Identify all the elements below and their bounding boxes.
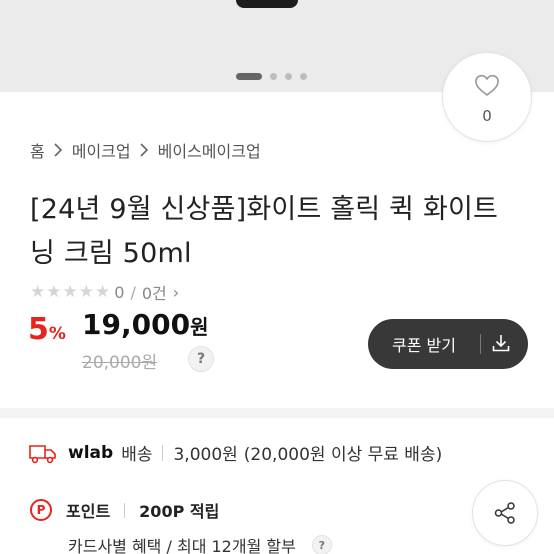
like-button[interactable]: 0 — [442, 52, 532, 142]
star-rating: ★ ★ ★ ★ ★ — [30, 282, 110, 302]
discount-rate: 5% — [28, 312, 66, 352]
star-icon: ★ — [62, 282, 78, 302]
carousel-dot[interactable] — [300, 73, 307, 80]
star-icon: ★ — [30, 282, 46, 302]
original-price: 20,000원 — [82, 353, 158, 373]
download-icon — [492, 335, 510, 352]
sale-price: 19,000원 — [82, 307, 208, 345]
price-help-icon[interactable]: ? — [188, 346, 214, 372]
card-benefit-text: 카드사별 혜택 / 최대 12개월 할부 — [68, 537, 296, 554]
points-label: 포인트 — [66, 502, 111, 521]
discount-unit: % — [48, 324, 66, 344]
carousel-indicator — [236, 73, 307, 80]
truck-icon — [29, 444, 56, 463]
card-benefit: 카드사별 혜택 / 최대 12개월 할부 ? — [68, 533, 332, 554]
product-title: [24년 9월 신상품]화이트 홀릭 퀵 화이트닝 크림 50ml — [30, 194, 499, 269]
chevron-right-icon: › — [172, 282, 180, 302]
breadcrumb-home[interactable]: 홈 — [30, 138, 45, 162]
carousel-dot[interactable] — [285, 73, 292, 80]
star-icon: ★ — [78, 282, 94, 302]
product-image — [236, 0, 298, 8]
carousel-dot-active[interactable] — [236, 73, 262, 80]
chevron-right-icon — [139, 143, 149, 157]
star-icon: ★ — [46, 282, 62, 302]
shipping-info: wlab 배송 3,000원 (20,000원 이상 무료 배송) — [28, 440, 442, 465]
shipping-label: 배송 — [121, 445, 153, 465]
price-unit: 원 — [190, 315, 209, 339]
chevron-right-icon — [53, 143, 63, 157]
shipping-condition: (20,000원 이상 무료 배송) — [243, 445, 443, 465]
breadcrumb: 홈 메이크업 베이스메이크업 — [30, 138, 261, 162]
breadcrumb-makeup[interactable]: 메이크업 — [72, 138, 131, 162]
star-icon: ★ — [95, 282, 111, 302]
shipping-fee: 3,000원 — [173, 445, 238, 465]
rating-separator: / — [130, 282, 136, 302]
coupon-divider — [480, 334, 481, 354]
coupon-button[interactable]: 쿠폰 받기 — [368, 319, 528, 369]
shipping-separator — [162, 444, 164, 461]
points-value: 200P 적립 — [139, 502, 220, 521]
like-count: 0 — [482, 107, 492, 125]
share-icon — [494, 502, 515, 524]
breadcrumb-base-makeup[interactable]: 베이스메이크업 — [158, 138, 261, 162]
review-count: 0건 — [141, 284, 167, 303]
rating-summary[interactable]: ★ ★ ★ ★ ★ 0 / 0건 › — [30, 280, 179, 304]
share-button[interactable] — [472, 480, 538, 546]
price-value: 19,000 — [82, 308, 191, 341]
points-info: P 포인트 200P 적립 — [30, 498, 219, 522]
discount-value: 5 — [28, 312, 49, 347]
section-divider — [0, 408, 554, 418]
point-icon: P — [30, 499, 52, 521]
points-separator — [124, 502, 126, 518]
coupon-label: 쿠폰 받기 — [392, 336, 456, 355]
card-help-icon[interactable]: ? — [311, 535, 332, 554]
rating-value: 0 — [114, 282, 125, 302]
carousel-dot[interactable] — [270, 73, 277, 80]
heart-icon — [475, 74, 499, 96]
shipping-brand: wlab — [68, 442, 114, 463]
